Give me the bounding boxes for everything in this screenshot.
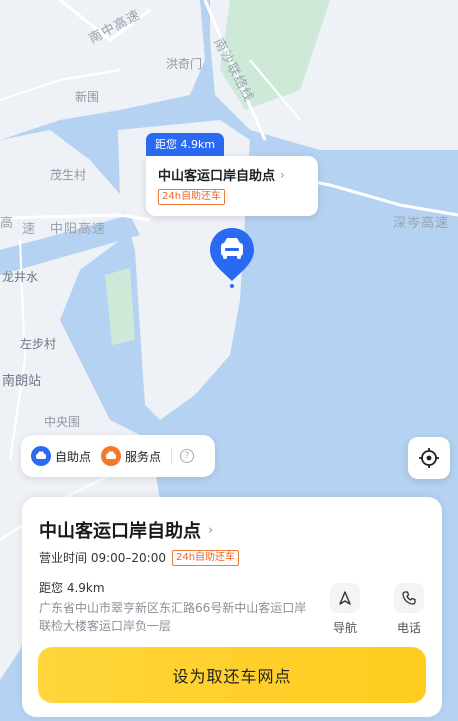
map-label-zhongyangwei: 中央围 bbox=[44, 415, 81, 429]
map-label-maosheng-village: 茂生村 bbox=[50, 168, 87, 182]
map-pin[interactable] bbox=[208, 226, 256, 288]
map-label-shencen-highway: 深岑高速 bbox=[393, 216, 450, 231]
map-label-zhongyang-highway: 中阳高速 bbox=[50, 222, 107, 237]
station-title-row[interactable]: 中山客运口岸自助点 › bbox=[39, 517, 213, 543]
map-label-zuobu-village: 左步村 bbox=[20, 337, 57, 351]
station-title: 中山客运口岸自助点 bbox=[39, 521, 201, 542]
legend-divider bbox=[171, 448, 173, 464]
navigate-label: 导航 bbox=[332, 621, 357, 635]
locate-button[interactable] bbox=[408, 437, 450, 479]
legend-self-service[interactable]: 自助点 bbox=[31, 446, 91, 466]
navigate-button[interactable]: 导航 bbox=[325, 583, 365, 636]
map-label-xinwei: 新围 bbox=[75, 90, 100, 104]
car-icon bbox=[31, 446, 51, 466]
help-icon[interactable]: ? bbox=[180, 449, 195, 463]
chevron-right-icon: › bbox=[208, 522, 214, 538]
station-distance: 距您 4.9km bbox=[39, 581, 105, 595]
phone-label: 电话 bbox=[396, 621, 421, 635]
business-hours-row: 营业时间 09:00–20:00 24h自助还车 bbox=[39, 549, 240, 566]
phone-button[interactable]: 电话 bbox=[389, 583, 429, 636]
station-24h-tag: 24h自助还车 bbox=[171, 549, 240, 566]
map-legend: 自助点 服务点 ? bbox=[21, 435, 215, 477]
station-card: 中山客运口岸自助点 › 营业时间 09:00–20:00 24h自助还车 距您 … bbox=[22, 497, 442, 717]
station-address: 广东省中山市翠亨新区东汇路66号新中山客运口岸联检大楼客运口岸负一层 bbox=[39, 601, 307, 633]
map-label-gao: 高 bbox=[0, 216, 15, 231]
phone-icon bbox=[394, 583, 424, 613]
car-icon bbox=[101, 446, 122, 466]
map-label-longjingshui: 龙井水 bbox=[2, 270, 39, 284]
callout-title: 中山客运口岸自助点 bbox=[158, 169, 276, 184]
chevron-right-icon: › bbox=[280, 167, 285, 182]
car-icon bbox=[210, 228, 254, 288]
map-label-hongqimen: 洪奇门 bbox=[166, 57, 203, 71]
business-hours: 营业时间 09:00–20:00 bbox=[39, 551, 166, 565]
legend-service-point-label: 服务点 bbox=[125, 449, 162, 464]
set-pickup-return-button[interactable]: 设为取还车网点 bbox=[38, 647, 426, 703]
locate-icon bbox=[419, 448, 439, 468]
callout-24h-tag: 24h自助还车 bbox=[158, 189, 226, 205]
callout-title-row: 中山客运口岸自助点 › bbox=[158, 165, 306, 185]
legend-self-service-label: 自助点 bbox=[55, 449, 92, 464]
map-label-su: 速 bbox=[22, 222, 37, 237]
marker-callout[interactable]: 中山客运口岸自助点 › 24h自助还车 bbox=[146, 156, 318, 216]
navigation-arrow-icon bbox=[330, 583, 360, 613]
legend-service-point[interactable]: 服务点 bbox=[101, 446, 161, 466]
map-label-nanlang-station: 南朗站 bbox=[2, 374, 42, 389]
